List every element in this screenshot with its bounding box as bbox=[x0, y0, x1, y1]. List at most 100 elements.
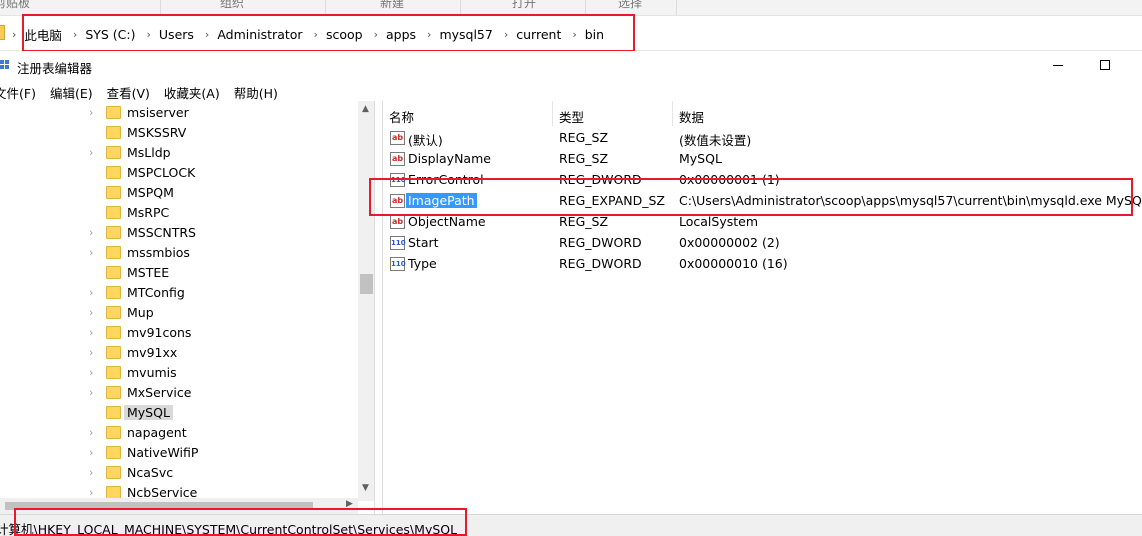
registry-editor-icon bbox=[0, 60, 10, 73]
folder-icon bbox=[106, 106, 121, 119]
scroll-down-icon[interactable]: ▼ bbox=[362, 483, 369, 493]
ribbon-divider bbox=[676, 0, 677, 15]
value-name: (默认) bbox=[408, 133, 443, 148]
registry-tree[interactable]: › msiserver MSKSSRV › MsLldp MSPCLOCK MSPQ… bbox=[0, 101, 375, 514]
tree-item-selected[interactable]: MySQL bbox=[0, 403, 360, 423]
tree-item-label: MsLldp bbox=[127, 145, 171, 160]
tree-item[interactable]: MsRPC bbox=[0, 203, 360, 223]
folder-icon bbox=[106, 466, 121, 479]
folder-icon bbox=[106, 146, 121, 159]
tree-item-label: MSSCNTRS bbox=[127, 225, 196, 240]
folder-icon bbox=[106, 366, 121, 379]
tree-item[interactable]: › mv91cons bbox=[0, 323, 360, 343]
tree-item[interactable]: › mv91xx bbox=[0, 343, 360, 363]
tree-item-label: MSKSSRV bbox=[127, 125, 187, 140]
tree-item[interactable]: › napagent bbox=[0, 423, 360, 443]
chevron-right-icon[interactable]: › bbox=[89, 466, 93, 479]
value-name: Start bbox=[408, 235, 439, 250]
chevron-right-icon[interactable]: › bbox=[89, 226, 93, 239]
folder-icon bbox=[106, 186, 121, 199]
ribbon-group-clipboard: 剪贴板 bbox=[0, 0, 31, 10]
tree-item-label: MSPQM bbox=[127, 185, 174, 200]
tree-item[interactable]: › mssmbios bbox=[0, 243, 360, 263]
tree-item-label: MySQL bbox=[124, 405, 173, 420]
column-header-data[interactable]: 数据 bbox=[673, 101, 1142, 126]
value-data: 0x00000002 (2) bbox=[679, 235, 780, 250]
value-type: REG_DWORD bbox=[559, 235, 642, 250]
chevron-right-icon[interactable]: › bbox=[89, 146, 93, 159]
value-type: REG_SZ bbox=[559, 214, 609, 229]
tree-item[interactable]: › MTConfig bbox=[0, 283, 360, 303]
tree-item[interactable]: MSTEE bbox=[0, 263, 360, 283]
menu-help[interactable]: 帮助(H) bbox=[234, 81, 278, 101]
tree-item[interactable]: › mvumis bbox=[0, 363, 360, 383]
folder-icon bbox=[106, 326, 121, 339]
menu-edit[interactable]: 编辑(E) bbox=[50, 81, 93, 101]
tree-item-label: NativeWifiP bbox=[127, 445, 199, 460]
maximize-icon[interactable] bbox=[1100, 60, 1110, 70]
chevron-right-icon[interactable]: › bbox=[89, 386, 93, 399]
value-data: MySQL bbox=[679, 151, 722, 166]
value-row[interactable]: ab DisplayName REG_SZ MySQL bbox=[383, 149, 1142, 170]
tree-item[interactable]: › MxService bbox=[0, 383, 360, 403]
tree-item[interactable]: › NativeWifiP bbox=[0, 443, 360, 463]
tree-item-label: mssmbios bbox=[127, 245, 190, 260]
value-row[interactable]: ab (默认) REG_SZ (数值未设置) bbox=[383, 128, 1142, 149]
menu-favorites[interactable]: 收藏夹(A) bbox=[164, 81, 220, 101]
tree-item[interactable]: › MSSCNTRS bbox=[0, 223, 360, 243]
tree-item-label: MSTEE bbox=[127, 265, 170, 280]
value-name: Type bbox=[408, 256, 437, 271]
chevron-right-icon[interactable]: › bbox=[12, 28, 16, 41]
value-name: DisplayName bbox=[408, 151, 491, 166]
minimize-icon[interactable] bbox=[1053, 65, 1063, 66]
folder-icon bbox=[106, 266, 121, 279]
tree-item-label: mv91xx bbox=[127, 345, 178, 360]
chevron-right-icon[interactable]: › bbox=[89, 446, 93, 459]
tree-item[interactable]: › Mup bbox=[0, 303, 360, 323]
annotation-box-address bbox=[22, 14, 635, 52]
folder-icon bbox=[0, 25, 5, 40]
menu-file[interactable]: 文件(F) bbox=[0, 81, 36, 101]
folder-icon bbox=[106, 306, 121, 319]
tree-item[interactable]: MSPQM bbox=[0, 183, 360, 203]
tree-item-label: napagent bbox=[127, 425, 187, 440]
column-header-name[interactable]: 名称 bbox=[383, 101, 553, 126]
tree-item[interactable]: › msiserver bbox=[0, 103, 360, 123]
folder-icon bbox=[106, 346, 121, 359]
tree-item[interactable]: MSKSSRV bbox=[0, 123, 360, 143]
tree-item[interactable]: MSPCLOCK bbox=[0, 163, 360, 183]
tree-item-label: MxService bbox=[127, 385, 192, 400]
chevron-right-icon[interactable]: › bbox=[89, 426, 93, 439]
values-list[interactable]: 名称 类型 数据 ab (默认) REG_SZ (数值未设置) ab Displ… bbox=[382, 101, 1142, 514]
value-data: (数值未设置) bbox=[679, 133, 752, 148]
chevron-right-icon[interactable]: › bbox=[89, 286, 93, 299]
chevron-right-icon[interactable]: › bbox=[89, 366, 93, 379]
tree-vertical-scrollbar[interactable]: ▲ ▼ bbox=[358, 101, 374, 501]
folder-icon bbox=[106, 226, 121, 239]
chevron-right-icon[interactable]: › bbox=[89, 246, 93, 259]
value-row[interactable]: 110 Type REG_DWORD 0x00000010 (16) bbox=[383, 254, 1142, 275]
scroll-up-icon[interactable]: ▲ bbox=[362, 104, 369, 114]
tree-item-label: MsRPC bbox=[127, 205, 170, 220]
folder-icon bbox=[106, 426, 121, 439]
folder-icon bbox=[106, 406, 121, 419]
binary-value-icon: 110 bbox=[390, 236, 406, 250]
binary-value-icon: 110 bbox=[390, 257, 406, 271]
menu-view[interactable]: 查看(V) bbox=[107, 81, 150, 101]
chevron-right-icon[interactable]: › bbox=[89, 306, 93, 319]
annotation-box-statusbar bbox=[14, 508, 467, 536]
value-row[interactable]: 110 Start REG_DWORD 0x00000002 (2) bbox=[383, 233, 1142, 254]
ribbon-group-open: 打开 bbox=[512, 0, 537, 10]
folder-icon bbox=[106, 446, 121, 459]
chevron-right-icon[interactable]: › bbox=[89, 106, 93, 119]
tree-item-label: mv91cons bbox=[127, 325, 192, 340]
scrollbar-thumb[interactable] bbox=[360, 274, 373, 294]
tree-item[interactable]: › NcaSvc bbox=[0, 463, 360, 483]
chevron-right-icon[interactable]: › bbox=[89, 346, 93, 359]
tree-item[interactable]: › MsLldp bbox=[0, 143, 360, 163]
ribbon-group-select: 选择 bbox=[618, 0, 643, 10]
chevron-right-icon[interactable]: › bbox=[89, 326, 93, 339]
column-header-type[interactable]: 类型 bbox=[553, 101, 673, 126]
folder-icon bbox=[106, 166, 121, 179]
folder-icon bbox=[106, 246, 121, 259]
